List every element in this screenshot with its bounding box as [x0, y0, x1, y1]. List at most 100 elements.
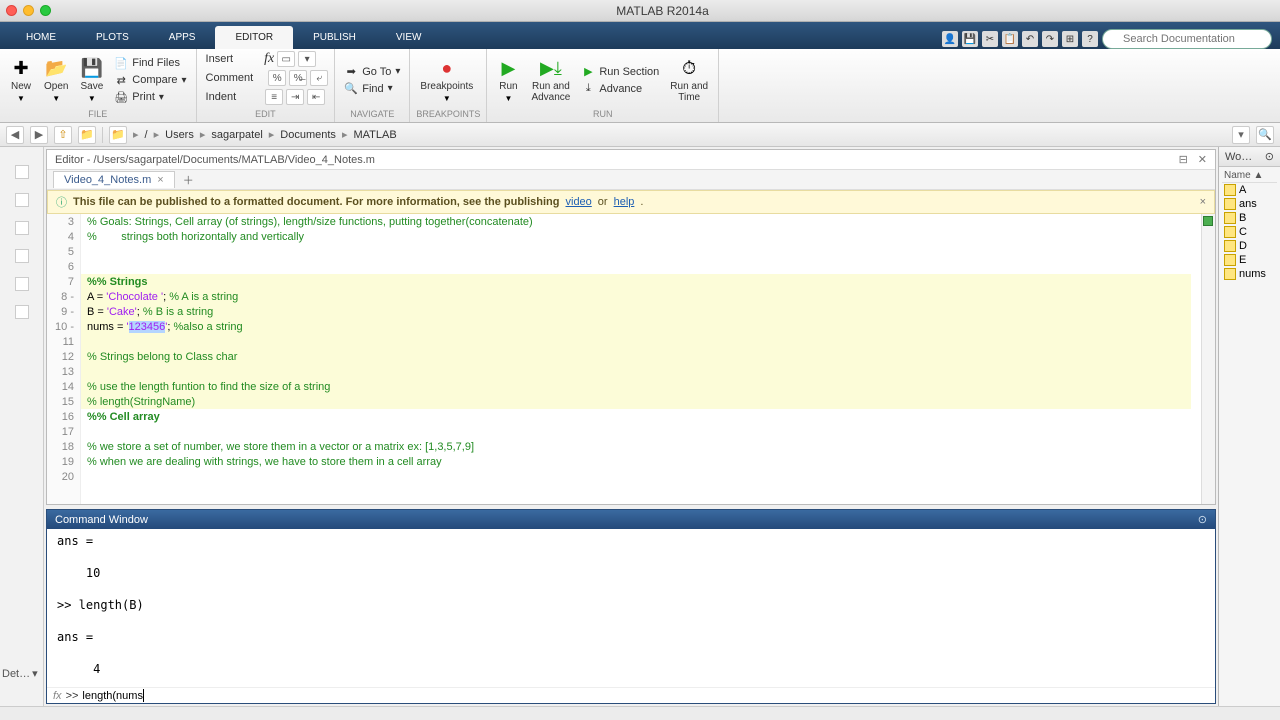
command-window-menu-icon[interactable]: ⊙ [1198, 513, 1207, 526]
details-collapsed-label[interactable]: Det…▾ [2, 667, 38, 680]
workspace-var[interactable]: C [1222, 225, 1277, 239]
collapsed-panel-4[interactable] [15, 249, 29, 263]
editor-minimize-icon[interactable]: ⊟ [1179, 153, 1188, 166]
run-button[interactable]: ▶Run▼ [493, 55, 523, 105]
tab-apps[interactable]: APPS [149, 26, 216, 49]
layout-icon[interactable]: ⊞ [1062, 31, 1078, 47]
advance-button[interactable]: ⤓Advance [578, 81, 662, 97]
insert-section-icon[interactable]: ▭ [277, 51, 295, 67]
nav-back-button[interactable]: ◀ [6, 126, 24, 144]
workspace-var[interactable]: A [1222, 183, 1277, 197]
save-icon[interactable]: 💾 [962, 31, 978, 47]
workspace-var[interactable]: B [1222, 211, 1277, 225]
undo-icon[interactable]: ↶ [1022, 31, 1038, 47]
file-tab-close-icon[interactable]: × [157, 174, 163, 186]
open-button[interactable]: 📂Open▼ [40, 55, 72, 105]
workspace-var[interactable]: ans [1222, 197, 1277, 211]
collapsed-panel-5[interactable] [15, 277, 29, 291]
collapsed-panel-3[interactable] [15, 221, 29, 235]
file-tab-active[interactable]: Video_4_Notes.m × [53, 171, 175, 188]
nav-fwd-button[interactable]: ▶ [30, 126, 48, 144]
file-tab-bar: Video_4_Notes.m × ＋ [47, 170, 1215, 190]
publish-notice-close-icon[interactable]: × [1200, 196, 1206, 208]
var-icon [1224, 268, 1236, 280]
copy-icon[interactable]: 📋 [1002, 31, 1018, 47]
ribbon: ✚New▼ 📂Open▼ 💾Save▼ 📄Find Files ⇄Compare… [0, 49, 1280, 123]
find-files-button[interactable]: 📄Find Files [111, 55, 189, 71]
new-button[interactable]: ✚New▼ [6, 55, 36, 105]
var-name: A [1239, 184, 1246, 196]
comment-remove-icon[interactable]: %̶ [289, 70, 307, 86]
run-and-time-button[interactable]: ⏱Run and Time [666, 55, 712, 105]
tab-view[interactable]: VIEW [376, 26, 442, 49]
var-name: B [1239, 212, 1246, 224]
editor-close-icon[interactable]: ✕ [1198, 153, 1207, 166]
find-icon: 🔍 [344, 82, 358, 96]
minimize-window-icon[interactable] [23, 5, 34, 16]
workspace-column-name[interactable]: Name ▲ [1222, 169, 1277, 183]
nav-browse-button[interactable]: 📁 [78, 126, 96, 144]
path-user[interactable]: sagarpatel [211, 129, 262, 141]
path-dropdown-button[interactable]: ▾ [1232, 126, 1250, 144]
comment-button[interactable]: Comment [203, 70, 257, 86]
folder-icon[interactable]: 📁 [109, 126, 127, 144]
text-cursor [143, 689, 144, 702]
indent-right-icon[interactable]: ⇥ [286, 89, 304, 105]
command-input-row[interactable]: fx >> length(nums [47, 687, 1215, 703]
add-file-tab-button[interactable]: ＋ [179, 172, 198, 188]
code-area[interactable]: 345678 -9 -10 -11121314151617181920 % Go… [47, 214, 1215, 504]
path-users[interactable]: Users [165, 129, 194, 141]
close-window-icon[interactable] [6, 5, 17, 16]
tab-editor[interactable]: EDITOR [215, 26, 293, 49]
help-icon[interactable]: ? [1082, 31, 1098, 47]
insert-button[interactable]: Insert [203, 51, 237, 67]
indent-button[interactable]: Indent [203, 89, 240, 105]
publish-help-link[interactable]: help [614, 196, 635, 208]
user-icon[interactable]: 👤 [942, 31, 958, 47]
redo-icon[interactable]: ↷ [1042, 31, 1058, 47]
ribbon-group-navigate-label: NAVIGATE [341, 109, 403, 120]
indent-auto-icon[interactable]: ≡ [265, 89, 283, 105]
left-collapsed-panels [0, 147, 44, 706]
zoom-window-icon[interactable] [40, 5, 51, 16]
run-time-icon: ⏱ [678, 57, 700, 79]
cut-icon[interactable]: ✂ [982, 31, 998, 47]
goto-button[interactable]: ➡Go To ▾ [341, 64, 403, 80]
indent-left-icon[interactable]: ⇤ [307, 89, 325, 105]
find-button[interactable]: 🔍Find ▾ [341, 81, 403, 97]
collapsed-panel-1[interactable] [15, 165, 29, 179]
var-icon [1224, 198, 1236, 210]
window-title: MATLAB R2014a [51, 4, 1274, 18]
run-and-advance-button[interactable]: ▶⤓Run and Advance [527, 55, 574, 105]
goto-icon: ➡ [344, 65, 358, 79]
tab-publish[interactable]: PUBLISH [293, 26, 376, 49]
search-doc-input[interactable] [1102, 29, 1272, 49]
path-documents[interactable]: Documents [280, 129, 336, 141]
comment-wrap-icon[interactable]: ⤶ [310, 70, 328, 86]
print-button[interactable]: 🖨Print ▾ [111, 89, 189, 105]
path-matlab[interactable]: MATLAB [353, 129, 396, 141]
path-search-icon[interactable]: 🔍 [1256, 126, 1274, 144]
line-number-gutter: 345678 -9 -10 -11121314151617181920 [47, 214, 81, 504]
tab-home[interactable]: HOME [6, 26, 76, 49]
insert-dropdown-icon[interactable]: ▾ [298, 51, 316, 67]
collapsed-panel-2[interactable] [15, 193, 29, 207]
workspace-var[interactable]: E [1222, 253, 1277, 267]
tab-plots[interactable]: PLOTS [76, 26, 149, 49]
code-text[interactable]: % Goals: Strings, Cell array (of strings… [81, 214, 1201, 504]
comment-add-icon[interactable]: % [268, 70, 286, 86]
save-button[interactable]: 💾Save▼ [76, 55, 107, 105]
run-section-button[interactable]: ▶Run Section [578, 64, 662, 80]
run-advance-icon: ▶⤓ [540, 57, 562, 79]
path-root[interactable]: / [145, 129, 148, 141]
workspace-var[interactable]: nums [1222, 267, 1277, 281]
breakpoints-button[interactable]: ●Breakpoints▼ [416, 55, 477, 105]
toolstrip-tabs: HOME PLOTS APPS EDITOR PUBLISH VIEW 👤 💾 … [0, 22, 1280, 49]
collapsed-panel-6[interactable] [15, 305, 29, 319]
workspace-menu-icon[interactable]: ⊙ [1265, 150, 1274, 163]
publish-video-link[interactable]: video [566, 196, 592, 208]
compare-button[interactable]: ⇄Compare ▾ [111, 72, 189, 88]
fx-icon[interactable]: fx [264, 51, 274, 67]
workspace-var[interactable]: D [1222, 239, 1277, 253]
nav-up-button[interactable]: ⇧ [54, 126, 72, 144]
